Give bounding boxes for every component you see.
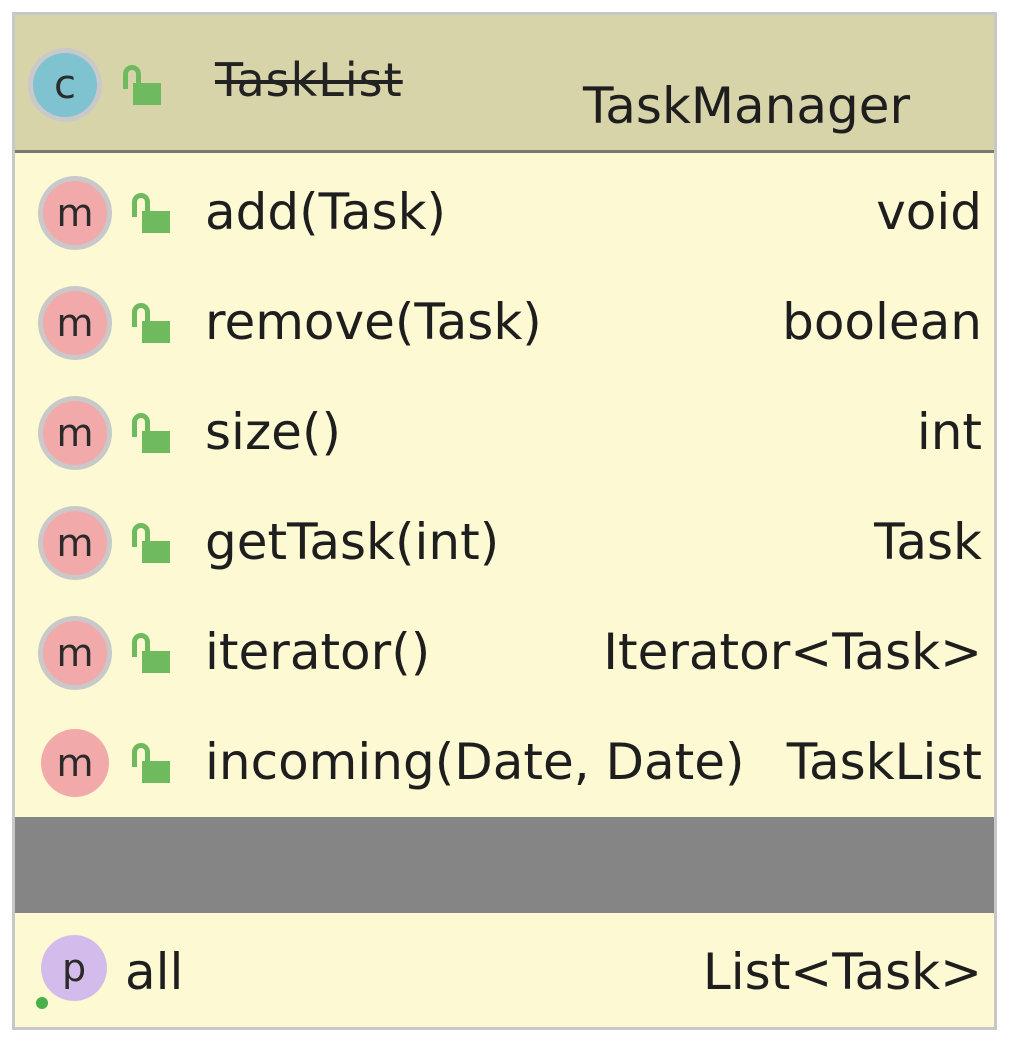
method-row[interactable]: m size() int xyxy=(15,383,994,493)
method-return-type: Iterator<Task> xyxy=(603,623,982,681)
method-icon: m xyxy=(43,511,107,575)
public-lock-icon xyxy=(132,193,172,233)
method-name: remove(Task) xyxy=(205,293,542,351)
public-lock-icon xyxy=(132,303,172,343)
class-icon: c xyxy=(33,53,97,117)
property-type: List<Task> xyxy=(702,943,982,1001)
method-name: add(Task) xyxy=(205,183,447,241)
method-return-type: int xyxy=(916,403,982,461)
method-icon: m xyxy=(41,729,109,797)
public-lock-icon xyxy=(132,413,172,453)
method-row[interactable]: m remove(Task) boolean xyxy=(15,273,994,383)
method-return-type: Task xyxy=(874,513,982,571)
method-row[interactable]: m getTask(int) Task xyxy=(15,493,994,603)
visibility-dot-icon xyxy=(36,997,48,1009)
class-old-name: TaskList xyxy=(215,53,403,107)
class-icon-letter: c xyxy=(54,62,76,108)
property-name: all xyxy=(125,943,184,1001)
method-name: getTask(int) xyxy=(205,513,500,571)
property-row[interactable]: p all List<Task> xyxy=(15,913,994,1028)
public-lock-icon xyxy=(123,65,163,105)
method-return-type: boolean xyxy=(782,293,982,351)
public-lock-icon xyxy=(132,633,172,673)
method-icon: m xyxy=(43,291,107,355)
method-row[interactable]: m incoming(Date, Date) TaskList xyxy=(15,713,994,823)
method-row[interactable]: m add(Task) void xyxy=(15,163,994,273)
method-return-type: void xyxy=(876,183,982,241)
section-divider xyxy=(15,817,994,913)
method-return-type: TaskList xyxy=(786,733,982,791)
property-icon: p xyxy=(41,935,107,1001)
class-header: c TaskList TaskManager xyxy=(15,15,994,153)
method-name: iterator() xyxy=(205,623,431,681)
public-lock-icon xyxy=(132,743,172,783)
method-icon: m xyxy=(43,401,107,465)
method-name: size() xyxy=(205,403,341,461)
public-lock-icon xyxy=(132,523,172,563)
method-icon: m xyxy=(43,181,107,245)
method-icon: m xyxy=(43,621,107,685)
method-name: incoming(Date, Date) xyxy=(205,733,745,791)
method-row[interactable]: m iterator() Iterator<Task> xyxy=(15,603,994,713)
class-name[interactable]: TaskManager xyxy=(583,77,910,135)
uml-class-card: c TaskList TaskManager m add(Task) void … xyxy=(12,12,997,1030)
